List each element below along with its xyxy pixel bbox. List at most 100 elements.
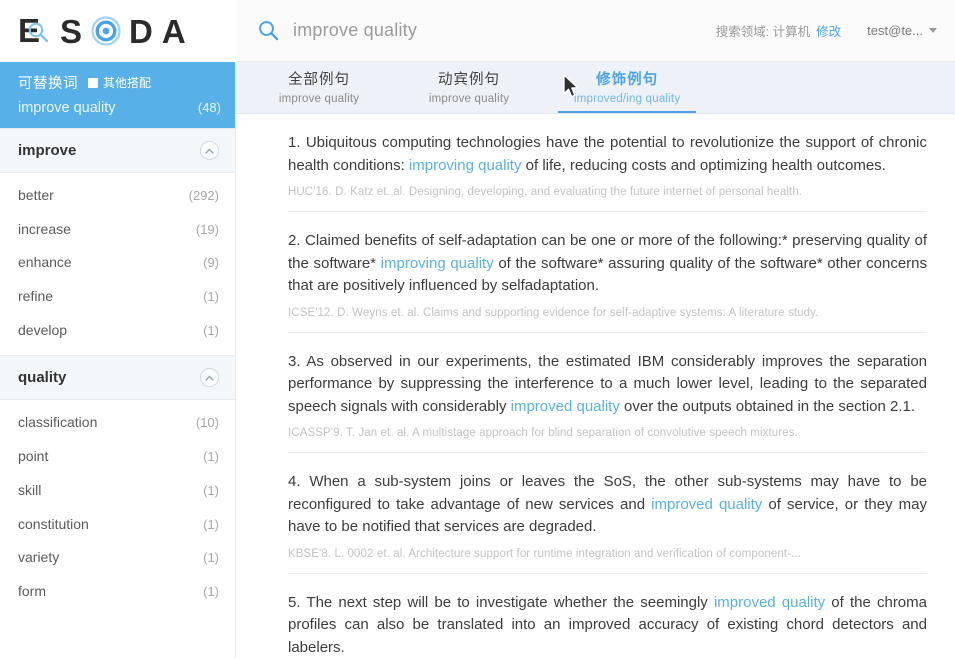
sidebar-item-form[interactable]: form (1) <box>0 575 235 609</box>
user-menu[interactable]: test@te... <box>867 23 937 38</box>
sidebar-item-label: enhance <box>18 254 72 271</box>
sidebar-item-label: variety <box>18 549 60 566</box>
sidebar-panel-title: 可替换词 <box>18 76 78 92</box>
main-content: 全部例句 improve quality 动宾例句 improve qualit… <box>236 62 955 658</box>
sidebar-list-improve: better (292) increase (19) enhance (9) r… <box>0 173 235 355</box>
search-bar: 搜索领域: 计算机修改 test@te... <box>236 0 955 62</box>
sidebar-item-enhance[interactable]: enhance (9) <box>0 246 235 280</box>
sidebar-item-count: (1) <box>203 550 219 566</box>
sidebar-item-count: (1) <box>203 449 219 465</box>
sidebar: 可替换词 其他搭配 improve quality (48) improve b… <box>0 62 236 658</box>
sidebar-item-classification[interactable]: classification (10) <box>0 406 235 440</box>
tab-sublabel: improve quality <box>428 93 510 105</box>
result-sentence: 3. As observed in our experiments, the e… <box>288 351 927 419</box>
sidebar-item-increase[interactable]: increase (19) <box>0 213 235 247</box>
sidebar-query-count: (48) <box>197 100 221 115</box>
logo-letter-d: D <box>129 12 154 50</box>
sidebar-query-text: improve quality <box>18 100 116 116</box>
result-highlight[interactable]: improved quality <box>511 398 620 415</box>
tab-all-sentences[interactable]: 全部例句 improve quality <box>244 64 394 113</box>
sidebar-item-develop[interactable]: develop (1) <box>0 314 235 348</box>
result-highlight[interactable]: improving quality <box>409 157 522 174</box>
sidebar-item-count: (9) <box>203 255 219 271</box>
result-highlight[interactable]: improving quality <box>381 255 494 272</box>
result-sentence: 5. The next step will be to investigate … <box>288 592 927 658</box>
sidebar-item-better[interactable]: better (292) <box>0 179 235 213</box>
logo-letter-s: S <box>60 12 84 50</box>
search-domain-note: 搜索领域: 计算机 修改 <box>716 21 841 40</box>
logo-letter-a: A <box>161 12 187 50</box>
sidebar-item-label: point <box>18 448 49 465</box>
result-index: 1. <box>288 134 301 151</box>
sidebar-item-point[interactable]: point (1) <box>0 440 235 474</box>
result-index: 3. <box>288 352 301 370</box>
sidebar-item-skill[interactable]: skill (1) <box>0 474 235 508</box>
result-citation[interactable]: ICASSP'9. T. Jan et. al. A multistage ap… <box>288 427 927 439</box>
sidebar-section-header-improve[interactable]: improve <box>0 128 235 173</box>
result-text-pre: The next step will be to investigate whe… <box>306 593 714 611</box>
search-domain-label: 搜索领域: 计算机 <box>715 25 811 39</box>
result-item: 4. When a sub-system joins or leaves the… <box>288 453 927 574</box>
sidebar-alt-label: 其他搭配 <box>103 76 152 90</box>
sidebar-item-label: develop <box>18 321 68 338</box>
logo-letter-e-icon: E <box>18 14 52 48</box>
chevron-up-icon[interactable] <box>200 141 219 160</box>
sidebar-item-variety[interactable]: variety (1) <box>0 541 235 575</box>
sidebar-item-count: (1) <box>203 322 219 338</box>
sidebar-item-count: (19) <box>195 221 219 237</box>
tab-label: 修饰例句 <box>596 72 659 89</box>
results-list[interactable]: 1. Ubiquitous computing technologies hav… <box>236 114 955 658</box>
result-highlight[interactable]: improved quality <box>651 496 762 513</box>
checkbox-icon[interactable] <box>88 77 98 88</box>
search-domain-edit-link[interactable]: 修改 <box>816 25 841 39</box>
sidebar-alt-toggle[interactable]: 其他搭配 <box>88 74 151 91</box>
chevron-up-icon[interactable] <box>200 368 219 388</box>
result-index: 4. <box>288 473 301 490</box>
result-text-post: of life, reducing costs and optimizing h… <box>521 156 886 174</box>
sidebar-item-constitution[interactable]: constitution (1) <box>0 508 235 542</box>
tab-label: 动宾例句 <box>438 72 500 89</box>
sidebar-section-title: improve <box>18 142 77 159</box>
result-citation[interactable]: HUC'16. D. Katz et. al. Designing, devel… <box>288 186 927 198</box>
sidebar-item-label: form <box>18 582 46 599</box>
tab-modifier-sentences[interactable]: 修饰例句 improved/ing quality <box>544 64 710 113</box>
sidebar-item-count: (1) <box>203 482 219 498</box>
sidebar-list-quality: classification (10) point (1) skill (1) … <box>0 400 235 616</box>
result-text-post: over the outputs obtained in the section… <box>619 397 916 415</box>
user-menu-label: test@te... <box>867 23 923 38</box>
search-input[interactable] <box>293 20 716 41</box>
brand-logo[interactable]: E S D A <box>0 0 236 62</box>
tab-sublabel: improve quality <box>278 93 360 105</box>
chevron-down-icon <box>929 28 937 33</box>
tab-verb-object-sentences[interactable]: 动宾例句 improve quality <box>394 64 544 113</box>
result-item: 5. The next step will be to investigate … <box>288 574 927 658</box>
result-item: 3. As observed in our experiments, the e… <box>288 333 927 453</box>
tab-label: 全部例句 <box>288 72 350 89</box>
sidebar-item-label: skill <box>18 481 42 498</box>
sidebar-item-label: better <box>18 187 54 203</box>
tab-sublabel: improved/ing quality <box>574 93 681 105</box>
result-highlight[interactable]: improved quality <box>714 594 825 611</box>
sidebar-item-label: classification <box>18 414 98 431</box>
search-icon[interactable] <box>258 20 279 41</box>
page-body: 可替换词 其他搭配 improve quality (48) improve b… <box>0 62 955 658</box>
result-citation[interactable]: KBSE'8. L. 0002 et. al. Architecture sup… <box>288 548 927 560</box>
sidebar-item-label: refine <box>18 288 54 305</box>
sidebar-item-count: (1) <box>203 583 219 599</box>
result-citation[interactable]: ICSE'12. D. Weyns et. al. Claims and sup… <box>288 307 927 319</box>
sidebar-section-header-quality[interactable]: quality <box>0 355 235 401</box>
result-item: 2. Claimed benefits of self-adaptation c… <box>288 212 927 333</box>
result-sentence: 1. Ubiquitous computing technologies hav… <box>288 132 927 177</box>
sidebar-item-count: (1) <box>203 289 219 305</box>
sidebar-item-label: increase <box>18 220 71 237</box>
sidebar-item-label: constitution <box>18 515 89 532</box>
result-index: 5. <box>288 593 301 611</box>
sidebar-query-row: improve quality (48) <box>18 100 221 116</box>
app-root: E S D A improve quality 搜索领域: 计算机 修改 tes… <box>0 0 955 658</box>
sidebar-item-count: (292) <box>188 188 219 203</box>
result-sentence: 4. When a sub-system joins or leaves the… <box>288 471 927 539</box>
result-item: 1. Ubiquitous computing technologies hav… <box>288 114 927 212</box>
sidebar-item-refine[interactable]: refine (1) <box>0 280 235 314</box>
sidebar-header-row: 可替换词 其他搭配 <box>18 72 221 93</box>
sidebar-item-count: (10) <box>195 415 219 431</box>
